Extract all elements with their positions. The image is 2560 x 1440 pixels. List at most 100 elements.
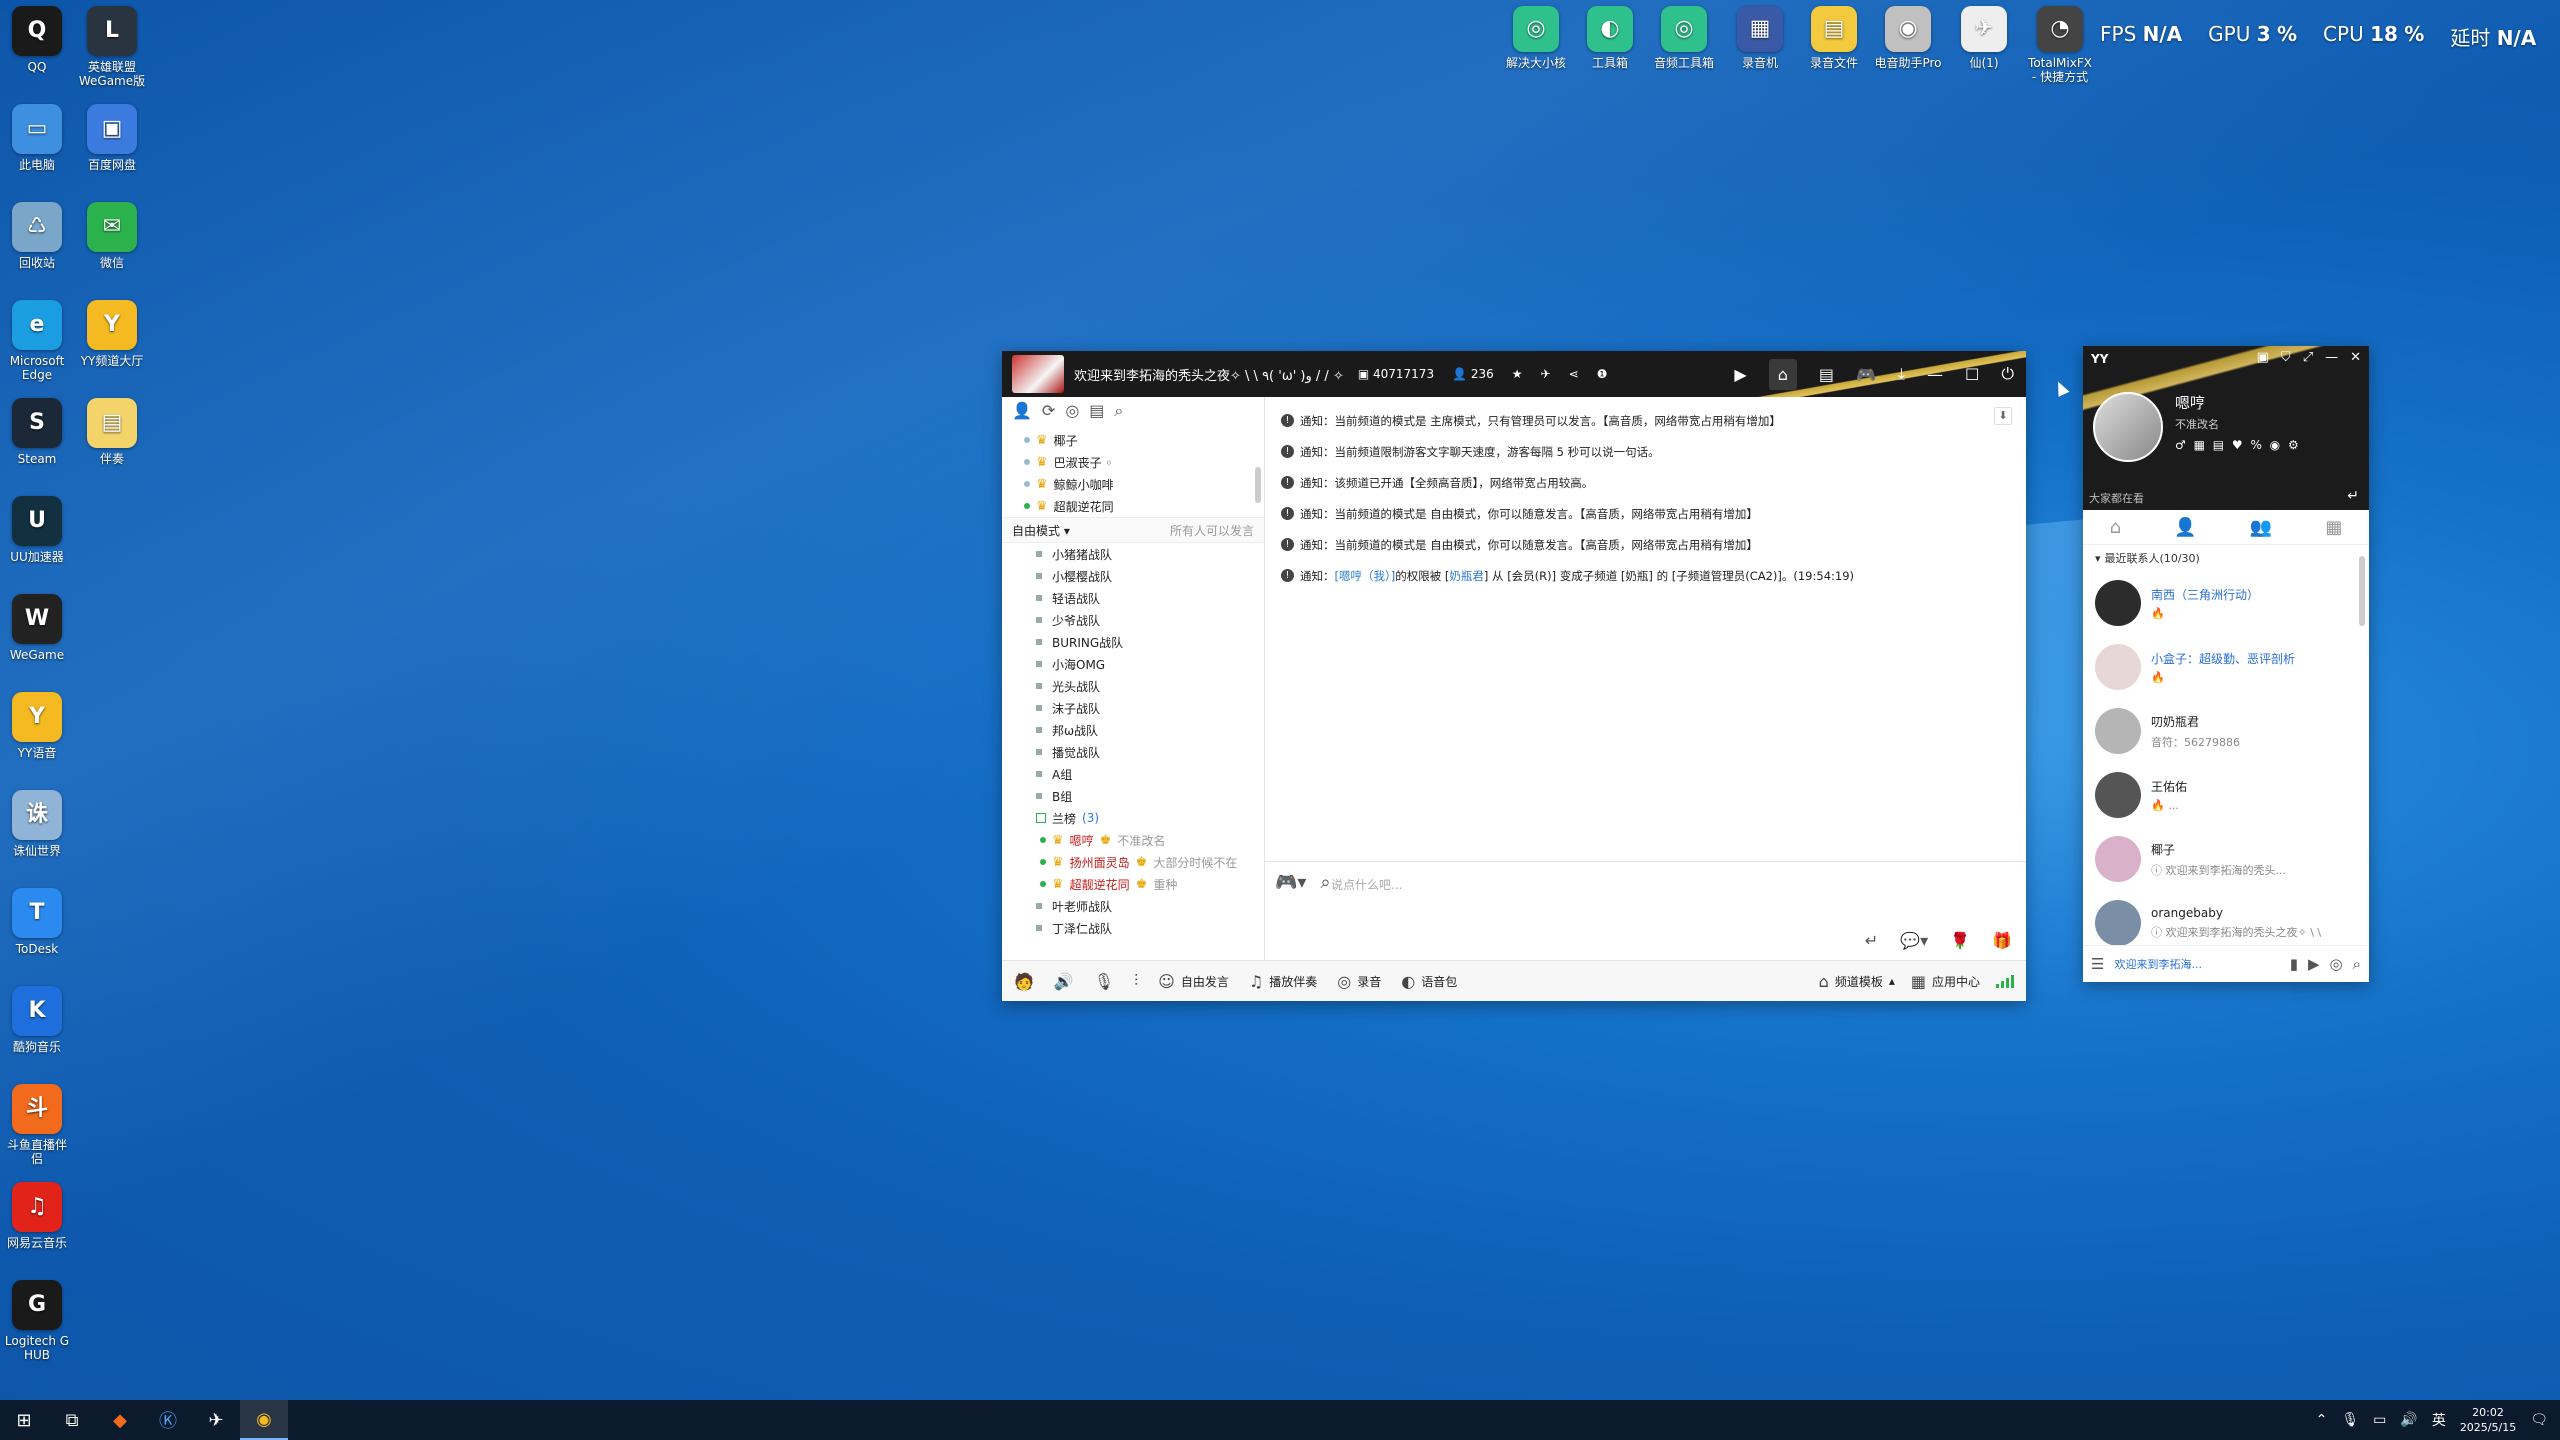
side-minimize-button[interactable]: — (2325, 350, 2338, 365)
desktop-icon-xian[interactable]: ✈ 仙(1) (1950, 6, 2018, 70)
taskbar-xian-icon[interactable]: ✈ (192, 1400, 240, 1440)
desktop-icon-wegame[interactable]: W WeGame (3, 594, 71, 662)
desktop-icon-audio-toolbox[interactable]: ◎ 音频工具箱 (1650, 6, 1718, 70)
desktop-icon-wechat[interactable]: ✉ 微信 (78, 202, 146, 270)
note-icon[interactable]: ▮ (2290, 955, 2298, 973)
location-icon[interactable]: ◎ (1065, 401, 1079, 425)
desktop-icon-recorder[interactable]: ▦ 录音机 (1726, 6, 1794, 70)
taskbar-douyu-icon[interactable]: ◆ (96, 1400, 144, 1440)
group-member-row[interactable]: ♛ 超靓逆花同 ♚ 重种 (1002, 873, 1264, 895)
contact-avatar[interactable] (2095, 644, 2141, 690)
send-icon[interactable]: ✈ (1541, 367, 1551, 381)
current-channel-link[interactable]: 欢迎来到李拓海... (2114, 956, 2279, 972)
group-member-row[interactable]: ♛ 扬州面灵岛 ♚ 大部分时候不在 (1002, 851, 1264, 873)
app-center-button[interactable]: ▦ 应用中心 (1911, 972, 1980, 991)
desktop-icon-douyu[interactable]: 斗斗鱼直播伴侣 (3, 1084, 71, 1166)
power-button[interactable]: ⏻ (2001, 364, 2014, 384)
desktop-icon-edge[interactable]: e Microsoft Edge (3, 300, 71, 382)
screen-icon[interactable]: ▶ (2308, 955, 2320, 973)
taskbar-kugou-icon[interactable]: Ⓚ (144, 1400, 192, 1440)
mic-avatar[interactable]: 🧑 (1014, 972, 1034, 991)
side-close-button[interactable]: ✕ (2350, 350, 2361, 365)
mode-dropdown[interactable]: 自由模式 ▾ (1012, 522, 1070, 539)
group-header[interactable]: 兰榜 (3) (1002, 807, 1264, 829)
desktop-icon-uu[interactable]: U UU加速器 (3, 496, 71, 564)
subchannel-item[interactable]: 轻语战队 (1002, 587, 1264, 609)
desktop-icon-lol[interactable]: L 英雄联盟WeGame版 (78, 6, 146, 88)
tab-home-icon[interactable]: ⌂ (2110, 517, 2121, 538)
desktop-icon-todesk[interactable]: T ToDesk (3, 888, 71, 956)
list-icon[interactable]: ▤ (1089, 401, 1104, 425)
menu-icon[interactable]: ☰ (2091, 955, 2104, 973)
subchannel-item[interactable]: 小海OMG (1002, 653, 1264, 675)
subchannel-item[interactable]: 光头战队 (1002, 675, 1264, 697)
user-badges[interactable]: ♂ ▦ ▤ ♥ % ◉ ⚙ (2175, 438, 2301, 452)
contact-avatar[interactable] (2095, 580, 2141, 626)
tab-groups-icon[interactable]: 👥 (2250, 517, 2272, 538)
game-icon[interactable]: 🎮 (1856, 365, 1876, 384)
subchannel-item[interactable]: 丁泽仁战队 (1002, 917, 1264, 939)
desktop-icon-yy-hall[interactable]: Y YY频道大厅 (78, 300, 146, 368)
home-icon[interactable]: ⌂ (1768, 358, 1797, 390)
template-button[interactable]: ⌂ 频道模板 ▴ (1819, 972, 1895, 991)
shirt-icon[interactable]: ⛉ (2281, 350, 2291, 365)
user-icon[interactable]: 👤 (1012, 401, 1032, 425)
gift-icon[interactable]: 🎁 (1992, 931, 2012, 950)
subchannel-item[interactable]: 播觉战队 (1002, 741, 1264, 763)
emoji-icon[interactable]: 🎮▾ (1275, 872, 1306, 893)
subchannel-item[interactable]: A组 (1002, 763, 1264, 785)
user-signature[interactable]: 不准改名 (2175, 416, 2219, 432)
subchannel-item[interactable]: 小樱樱战队 (1002, 565, 1264, 587)
search-chat-icon[interactable]: ⌕ (1320, 872, 1330, 893)
subchannel-item[interactable]: 少爷战队 (1002, 609, 1264, 631)
taskbar-yy-icon[interactable]: ◉ (240, 1400, 288, 1440)
desktop-icon-kugou[interactable]: K 酷狗音乐 (3, 986, 71, 1054)
watching-label[interactable]: 大家都在看 (2089, 490, 2144, 506)
desktop-icon-computer[interactable]: ▭ 此电脑 (3, 104, 71, 172)
task-view-icon[interactable]: ⧉ (48, 1400, 96, 1440)
layout-icon[interactable]: ▤ (1819, 365, 1834, 384)
subchannel-item[interactable]: 邦ω战队 (1002, 719, 1264, 741)
contact-avatar[interactable] (2095, 708, 2141, 754)
channel-avatar[interactable] (1012, 355, 1064, 393)
desktop-icon-autotune[interactable]: ◉ 电音助手Pro (1874, 6, 1942, 70)
contact-avatar[interactable] (2095, 836, 2141, 882)
contact-avatar[interactable] (2095, 772, 2141, 818)
desktop-icon-recycle-bin[interactable]: ♺ 回收站 (3, 202, 71, 270)
user-avatar[interactable] (2093, 392, 2163, 462)
equalizer-icon[interactable]: ⫶ (1134, 971, 1138, 991)
mode-bar[interactable]: 自由模式 ▾ 所有人可以发言 (1002, 517, 1264, 543)
contact-avatar[interactable] (2095, 900, 2141, 946)
chat-input-area[interactable]: 🎮▾ ⌕ 说点什么吧... ↵ 💬▾ 🌹 🎁 (1265, 861, 2026, 960)
chat-input[interactable]: 说点什么吧... (1331, 876, 1402, 893)
favorite-icon[interactable]: ★ (1512, 367, 1523, 381)
desktop-icon-qq[interactable]: Q QQ (3, 6, 71, 74)
desktop-icon-netease-music[interactable]: ♫ 网易云音乐 (3, 1182, 71, 1250)
refresh-icon[interactable]: ⟳ (1042, 401, 1055, 425)
side-scrollbar[interactable] (2359, 556, 2365, 626)
desktop-icon-folder[interactable]: ▤ 伴奏 (78, 398, 146, 466)
tree-scrollbar[interactable] (1255, 467, 1261, 503)
rose-icon[interactable]: 🌹 (1950, 931, 1970, 950)
download-icon[interactable]: ⤓ (1898, 364, 1905, 384)
tab-friends-icon[interactable]: 👤 (2174, 517, 2196, 538)
tab-apps-icon[interactable]: ▦ (2325, 517, 2342, 538)
microphone-icon[interactable]: 🎙 (1094, 972, 1114, 991)
subchannel-item[interactable]: BURING战队 (1002, 631, 1264, 653)
record-button[interactable]: ◎ 录音 (1337, 972, 1381, 991)
desktop-icon-steam[interactable]: S Steam (3, 398, 71, 466)
member-row[interactable]: ♛ 鲸鲸小咖啡 (1002, 473, 1264, 495)
maximize-button[interactable]: ☐ (1965, 365, 1979, 384)
desktop-icon-yy-voice[interactable]: Y YY语音 (3, 692, 71, 760)
subchannel-item[interactable]: 叶老师战队 (1002, 895, 1264, 917)
contact-item[interactable]: 椰子 ⓘ 欢迎来到李拓海的秃头... (2083, 827, 2369, 891)
member-row[interactable]: ♛ 超靓逆花同 (1002, 495, 1264, 517)
accompany-button[interactable]: ♫ 播放伴奏 (1249, 972, 1317, 991)
desktop-icon-totalmix[interactable]: ◔ TotalMixFX - 快捷方式 (2026, 6, 2094, 84)
ime-indicator[interactable]: 英 (2432, 1410, 2446, 1430)
expand-icon[interactable]: ⤢ (2303, 350, 2313, 365)
desktop-icon-folder[interactable]: ▤ 录音文件 (1800, 6, 1868, 70)
contact-item[interactable]: 南西（三角洲行动） 🔥 (2083, 571, 2369, 635)
desktop-icon-toolbox[interactable]: ◐ 工具箱 (1576, 6, 1644, 70)
camera-icon[interactable]: ◎ (2330, 955, 2343, 973)
